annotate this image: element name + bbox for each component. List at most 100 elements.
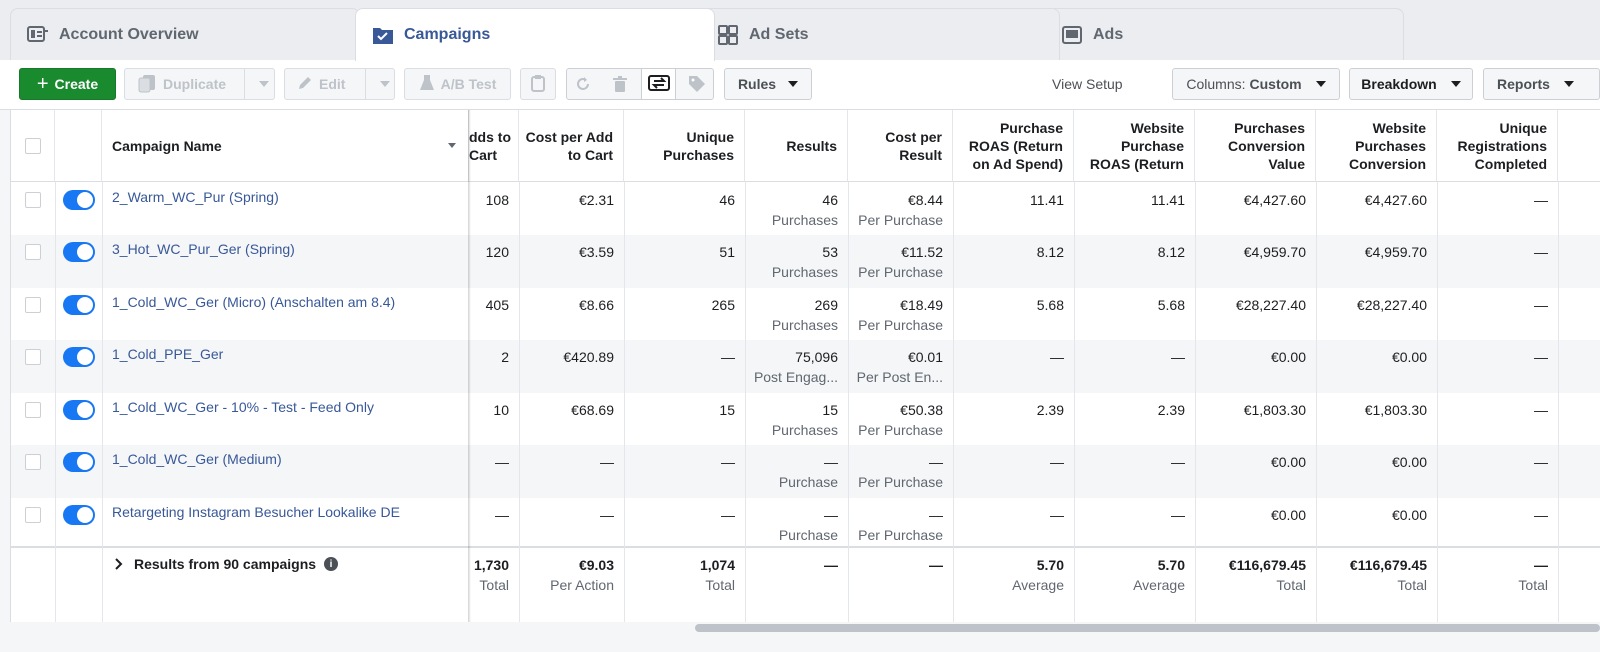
- campaign-status-toggle[interactable]: [63, 242, 95, 262]
- divider: [244, 69, 246, 99]
- total-value: €9.03: [578, 557, 614, 573]
- cell-wroas: —: [1075, 347, 1185, 367]
- compare-icon[interactable]: [641, 69, 676, 99]
- cell-value: 11.41: [1151, 192, 1185, 208]
- cell-cpa: —: [504, 452, 614, 472]
- header-label: dds to Cart: [469, 128, 511, 163]
- sort-down-icon[interactable]: [448, 143, 456, 148]
- tab-ads[interactable]: Ads: [1044, 8, 1404, 60]
- cell-value: €50.38: [900, 402, 943, 418]
- total-cpr: —: [833, 555, 943, 575]
- header-campaign-name[interactable]: Campaign Name: [102, 110, 469, 182]
- cell-cpr: €8.44 Per Purchase: [833, 190, 943, 230]
- create-button[interactable]: + Create: [19, 68, 116, 100]
- cell-value: 2: [501, 349, 509, 365]
- reports-dropdown[interactable]: Reports: [1483, 68, 1600, 100]
- header-conversion-value[interactable]: Purchases Conversion Value: [1195, 110, 1316, 182]
- campaign-status-toggle[interactable]: [63, 190, 95, 210]
- cell-value: —: [1171, 349, 1185, 365]
- cell-adds: —: [399, 505, 509, 525]
- duplicate-button[interactable]: Duplicate: [124, 68, 275, 100]
- tab-account-overview[interactable]: Account Overview: [10, 8, 360, 60]
- row-checkbox[interactable]: [25, 297, 41, 313]
- row-checkbox[interactable]: [25, 454, 41, 470]
- header-unique-purchases[interactable]: Unique Purchases: [624, 110, 745, 182]
- chevron-right-icon[interactable]: [112, 558, 126, 570]
- horizontal-scrollbar[interactable]: [695, 624, 1600, 632]
- rules-button[interactable]: Rules: [724, 68, 812, 100]
- tab-campaigns[interactable]: Campaigns: [355, 8, 715, 61]
- select-all-checkbox[interactable]: [24, 137, 41, 154]
- cell-value: €28,227.40: [1356, 297, 1427, 313]
- create-label: Create: [54, 76, 99, 92]
- col-divider: [1558, 110, 1559, 622]
- clipboard-button[interactable]: [520, 68, 556, 100]
- header-cost-per-result[interactable]: Cost per Result: [848, 110, 953, 182]
- total-wroas: 5.70 Average: [1075, 555, 1185, 595]
- campaign-name-link[interactable]: 2_Warm_WC_Pur (Spring): [112, 189, 279, 205]
- cell-value: —: [600, 507, 614, 523]
- header-label: Purchase ROAS (Return on Ad Spend): [968, 119, 1063, 172]
- cell-subtext: Per Purchase: [858, 264, 943, 280]
- toolbar: + Create Duplicate Edit A/B Test Rules V…: [0, 60, 1600, 154]
- row-checkbox[interactable]: [25, 402, 41, 418]
- totals-summary[interactable]: Results from 90 campaigns i: [112, 556, 339, 572]
- row-checkbox[interactable]: [25, 349, 41, 365]
- header-adds-to-cart[interactable]: dds to Cart: [469, 110, 519, 182]
- cell-roas: —: [954, 505, 1064, 525]
- cell-ureg: —: [1438, 452, 1548, 472]
- total-value: 1,730: [473, 557, 509, 573]
- cell-value: —: [721, 507, 735, 523]
- cell-value: 2.39: [1036, 402, 1064, 418]
- campaign-name-link[interactable]: Retargeting Instagram Besucher Lookalike…: [112, 504, 400, 520]
- header-cost-per-add[interactable]: Cost per Add to Cart: [519, 110, 624, 182]
- ad-sets-grid-icon: [717, 24, 739, 46]
- campaign-name-link[interactable]: 1_Cold_WC_Ger (Medium): [112, 451, 282, 467]
- cell-value: €0.00: [1391, 349, 1427, 365]
- info-icon[interactable]: i: [324, 557, 339, 571]
- cell-wroas: 11.41: [1075, 190, 1185, 210]
- cell-ureg: —: [1438, 347, 1548, 367]
- cell-value: —: [824, 454, 838, 470]
- campaign-name-link[interactable]: 3_Hot_WC_Pur_Ger (Spring): [112, 241, 295, 257]
- tag-icon[interactable]: [682, 75, 713, 93]
- cell-value: 10: [493, 402, 509, 418]
- header-results[interactable]: Results: [745, 110, 848, 182]
- cell-res: — Purchase: [728, 452, 838, 492]
- cell-value: —: [1050, 507, 1064, 523]
- cell-cpa: €2.31: [504, 190, 614, 210]
- campaign-status-toggle[interactable]: [63, 505, 95, 525]
- total-subtext: Average: [1012, 577, 1064, 593]
- row-checkbox[interactable]: [25, 507, 41, 523]
- row-checkbox[interactable]: [25, 244, 41, 260]
- view-setup-label: View Setup: [1052, 76, 1123, 92]
- trash-icon[interactable]: [604, 75, 635, 93]
- cell-roas: 5.68: [954, 295, 1064, 315]
- campaign-status-toggle[interactable]: [63, 347, 95, 367]
- cell-value: —: [1534, 454, 1548, 470]
- header-purchase-roas[interactable]: Purchase ROAS (Return on Ad Spend): [953, 110, 1074, 182]
- campaign-status-toggle[interactable]: [63, 452, 95, 472]
- campaign-name-link[interactable]: 1_Cold_WC_Ger (Micro) (Anschalten am 8.4…: [112, 294, 395, 310]
- campaign-name-link[interactable]: 1_Cold_PPE_Ger: [112, 346, 223, 362]
- chevron-down-icon: [259, 81, 270, 87]
- tab-ad-sets[interactable]: Ad Sets: [700, 8, 1060, 60]
- header-website-conversion[interactable]: Website Purchases Conversion: [1316, 110, 1437, 182]
- divider: [365, 69, 367, 99]
- campaign-name-link[interactable]: 1_Cold_WC_Ger - 10% - Test - Feed Only: [112, 399, 374, 415]
- refresh-icon[interactable]: [567, 75, 598, 93]
- header-website-roas[interactable]: Website Purchase ROAS (Return: [1074, 110, 1195, 182]
- cell-ureg: —: [1438, 190, 1548, 210]
- edit-button[interactable]: Edit: [284, 68, 395, 100]
- plus-icon: +: [36, 73, 49, 95]
- campaign-status-toggle[interactable]: [63, 295, 95, 315]
- breakdown-dropdown[interactable]: Breakdown: [1349, 68, 1473, 100]
- row-checkbox[interactable]: [25, 192, 41, 208]
- total-cpa: €9.03 Per Action: [504, 555, 614, 595]
- ab-test-button[interactable]: A/B Test: [404, 68, 511, 100]
- header-unique-registrations[interactable]: Unique Registrations Completed: [1437, 110, 1558, 182]
- campaign-status-toggle[interactable]: [63, 400, 95, 420]
- columns-dropdown[interactable]: Columns: Custom: [1172, 68, 1340, 100]
- cell-value: 46: [719, 192, 735, 208]
- flask-icon: [419, 74, 435, 95]
